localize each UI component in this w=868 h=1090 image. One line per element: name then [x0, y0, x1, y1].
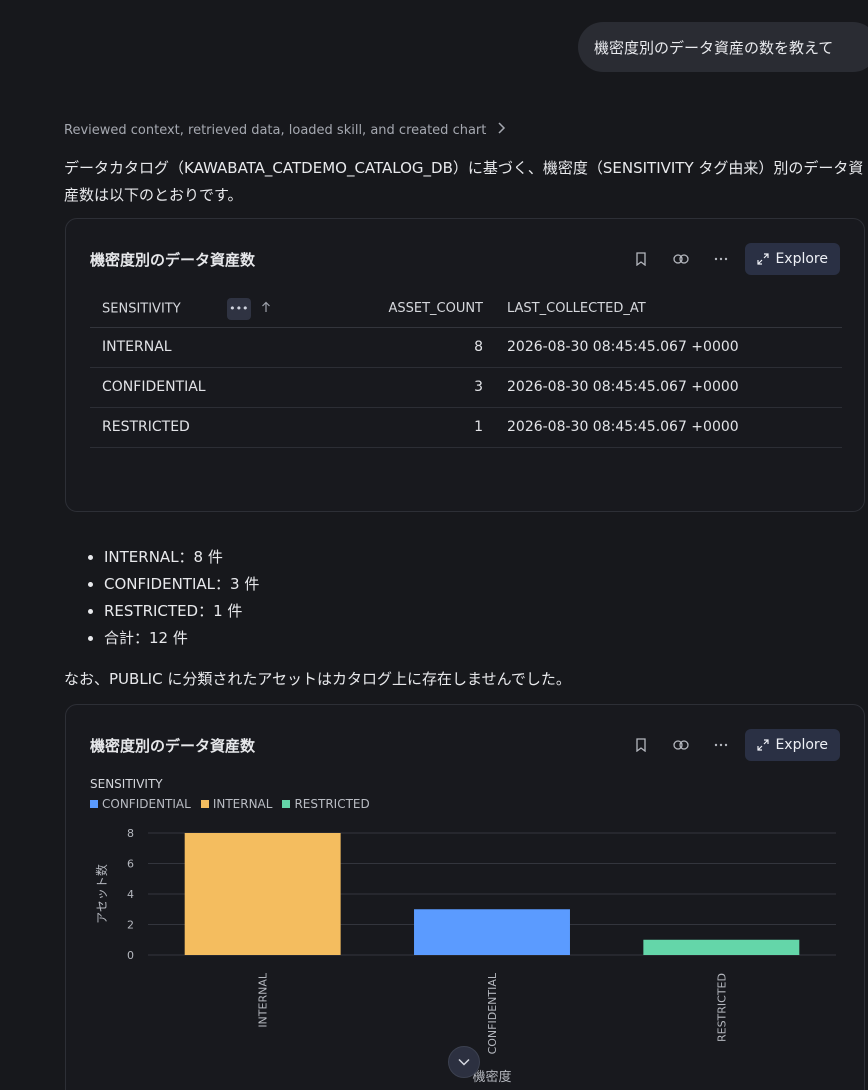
legend-item[interactable]: RESTRICTED: [282, 797, 370, 811]
x-tick-label: CONFIDENTIAL: [486, 972, 499, 1054]
explore-label: Explore: [775, 737, 828, 753]
x-axis-label: 機密度: [472, 1069, 511, 1085]
legend-title: SENSITIVITY: [90, 777, 163, 791]
table-row: RESTRICTED 1 2026-08-30 08:45:45.067 +00…: [90, 407, 842, 448]
y-axis-label: アセット数: [94, 864, 109, 924]
table-header-row: SENSITIVITY ••• ASSET_COUNT LAST_COLLECT…: [90, 291, 842, 328]
y-tick-label: 4: [127, 888, 134, 901]
cell-asset-count: 1: [360, 407, 495, 448]
table-card-title: 機密度別のデータ資産数: [90, 251, 256, 269]
table-row: INTERNAL 8 2026-08-30 08:45:45.067 +0000: [90, 327, 842, 368]
legend-swatch: [200, 800, 209, 808]
chevron-down-icon: [458, 1058, 470, 1066]
legend-label: INTERNAL: [212, 797, 273, 811]
link-icon[interactable]: [661, 243, 701, 275]
chevron-right-icon: [496, 122, 506, 138]
x-tick-label: RESTRICTED: [715, 973, 728, 1042]
list-item: RESTRICTED：1 件: [86, 598, 259, 625]
column-header-last-collected[interactable]: LAST_COLLECTED_AT: [495, 291, 842, 328]
chart-explore-button[interactable]: Explore: [745, 729, 840, 761]
table-card-actions: Explore: [621, 243, 840, 275]
user-message-bubble: 機密度別のデータ資産の数を教えて: [578, 22, 868, 72]
bar: [414, 909, 570, 955]
link-icon[interactable]: [661, 729, 701, 761]
list-item: CONFIDENTIAL：3 件: [86, 571, 259, 598]
x-tick-label: INTERNAL: [257, 972, 270, 1028]
column-menu-icon[interactable]: •••: [226, 297, 251, 320]
expand-icon: [757, 253, 770, 265]
reviewed-steps-toggle[interactable]: Reviewed context, retrieved data, loaded…: [64, 122, 506, 138]
scroll-down-button[interactable]: [448, 1046, 480, 1078]
note-text: なお、PUBLIC に分類されたアセットはカタログ上に存在しませんでした。: [64, 670, 571, 688]
y-tick-label: 0: [127, 949, 134, 962]
y-tick-label: 8: [127, 827, 134, 840]
bar: [184, 833, 341, 955]
y-tick-label: 6: [127, 858, 134, 871]
legend-swatch: [282, 800, 291, 808]
expand-icon: [757, 739, 770, 751]
cell-last-collected: 2026-08-30 08:45:45.067 +0000: [495, 407, 842, 448]
sort-ascending-icon[interactable]: [261, 301, 271, 317]
list-item: 合計：12 件: [86, 625, 259, 652]
column-header-sensitivity[interactable]: SENSITIVITY •••: [90, 291, 360, 328]
chart-legend: CONFIDENTIAL INTERNAL RESTRICTED: [90, 797, 370, 811]
explore-label: Explore: [775, 251, 828, 267]
bookmark-icon[interactable]: [621, 243, 661, 275]
reviewed-text: Reviewed context, retrieved data, loaded…: [64, 122, 487, 138]
more-options-icon[interactable]: [701, 243, 741, 275]
legend-item[interactable]: CONFIDENTIAL: [90, 797, 191, 811]
list-item: INTERNAL：8 件: [86, 544, 259, 571]
cell-asset-count: 3: [360, 367, 495, 408]
cell-last-collected: 2026-08-30 08:45:45.067 +0000: [495, 367, 842, 408]
table-explore-button[interactable]: Explore: [745, 243, 840, 275]
user-message-text: 機密度別のデータ資産の数を教えて: [594, 38, 834, 57]
y-tick-label: 2: [127, 919, 134, 932]
table-row: CONFIDENTIAL 3 2026-08-30 08:45:45.067 +…: [90, 367, 842, 408]
chart-card: 機密度別のデータ資産数 Explore SENSITIVITY CONFIDEN…: [65, 704, 865, 1090]
bar: [643, 939, 800, 955]
summary-list: INTERNAL：8 件 CONFIDENTIAL：3 件 RESTRICTED…: [86, 544, 259, 652]
legend-swatch: [90, 800, 98, 808]
legend-item[interactable]: INTERNAL: [200, 797, 273, 811]
intro-text: データカタログ（KAWABATA_CATDEMO_CATALOG_DB）に基づく…: [64, 159, 864, 204]
legend-label: CONFIDENTIAL: [102, 797, 191, 811]
column-header-asset-count[interactable]: ASSET_COUNT: [360, 291, 495, 328]
results-table: SENSITIVITY ••• ASSET_COUNT LAST_COLLECT…: [90, 291, 842, 448]
cell-sensitivity: RESTRICTED: [90, 407, 360, 448]
chart-card-actions: Explore: [621, 729, 840, 761]
cell-asset-count: 8: [360, 327, 495, 368]
table-card: 機密度別のデータ資産数 Explore SENSITIVITY ••• ASSE…: [65, 218, 865, 512]
bookmark-icon[interactable]: [621, 729, 661, 761]
more-options-icon[interactable]: [701, 729, 741, 761]
chart-card-title: 機密度別のデータ資産数: [90, 737, 256, 755]
cell-last-collected: 2026-08-30 08:45:45.067 +0000: [495, 327, 842, 368]
cell-sensitivity: CONFIDENTIAL: [90, 367, 360, 408]
cell-sensitivity: INTERNAL: [90, 327, 360, 368]
legend-label: RESTRICTED: [294, 797, 370, 811]
